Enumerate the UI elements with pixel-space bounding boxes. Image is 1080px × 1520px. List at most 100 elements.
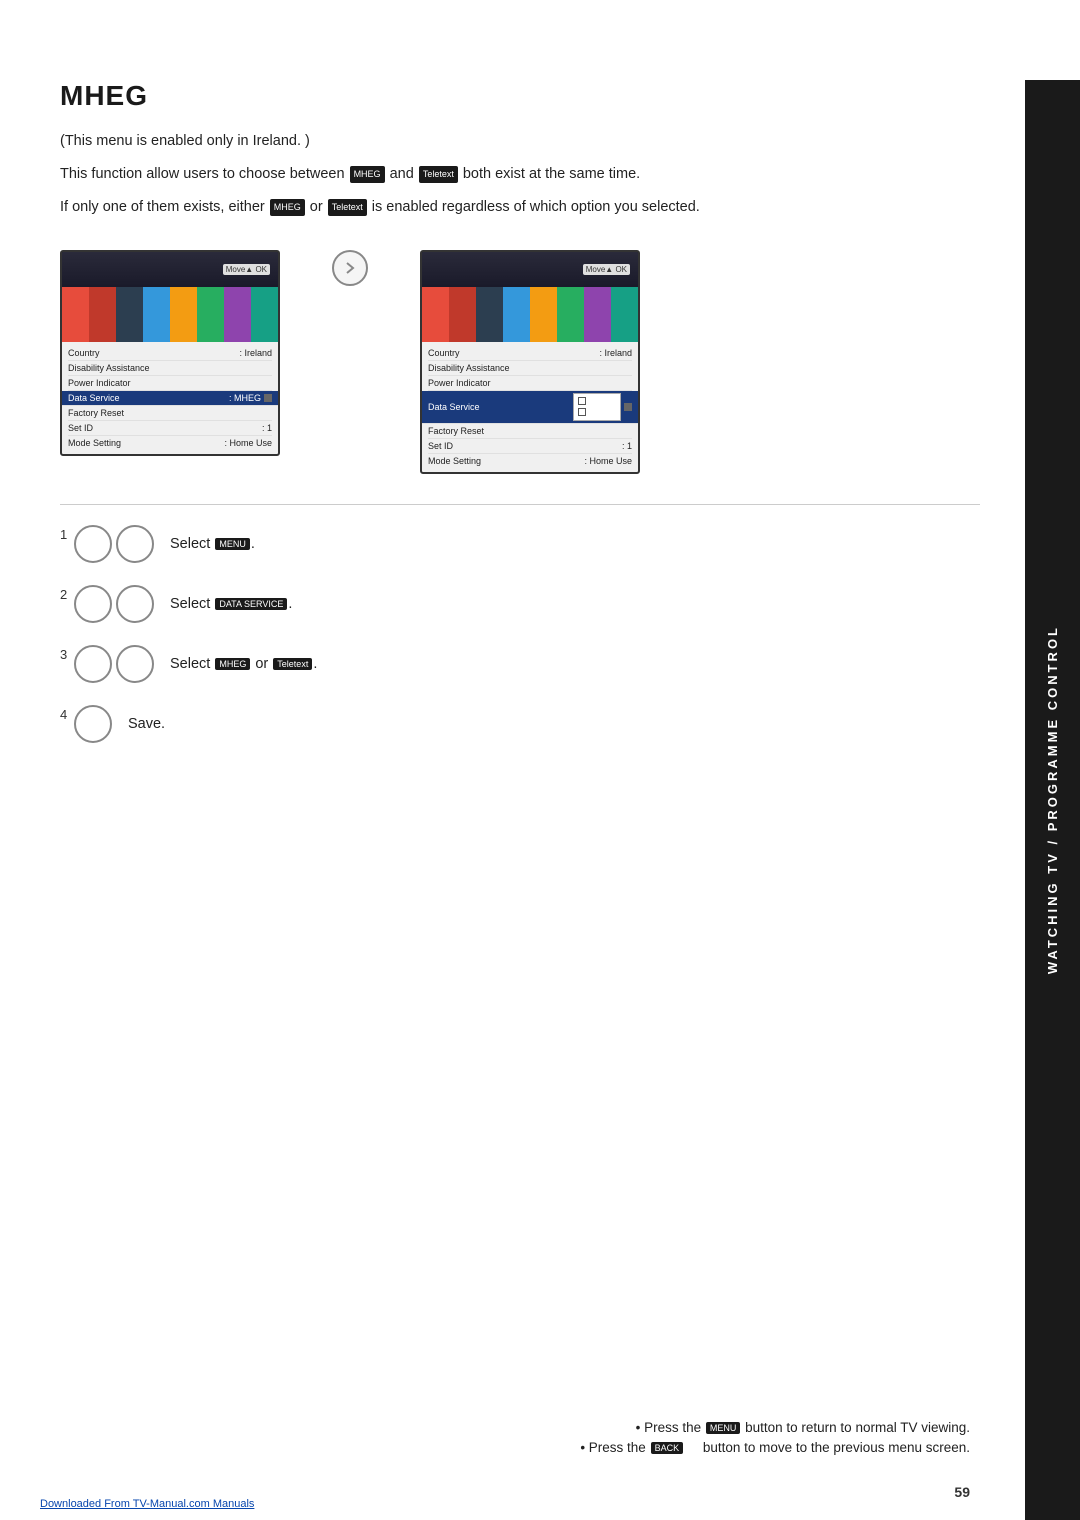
menu-country-1: Country : Ireland bbox=[68, 346, 272, 361]
tv-image-blocks-1 bbox=[62, 287, 278, 342]
teletext-icon-step3: Teletext bbox=[273, 658, 312, 670]
footer-notes: • Press the MENU button to return to nor… bbox=[60, 1420, 970, 1460]
dropdown-overlay: ✓ MHEG Teletext bbox=[573, 393, 621, 421]
step-2-circle-a[interactable] bbox=[74, 585, 112, 623]
step-1-circle-b[interactable] bbox=[116, 525, 154, 563]
step-4-row: 4 Save. bbox=[60, 705, 980, 743]
side-bar: WATCHING TV / PROGRAMME CONTROL bbox=[1025, 80, 1080, 1520]
dataservice-label-1: Data Service bbox=[68, 393, 120, 403]
back-icon-footer: BACK bbox=[651, 1442, 684, 1454]
arrow-circle bbox=[332, 250, 368, 286]
block-blue2 bbox=[503, 287, 530, 342]
tv-image-2 bbox=[422, 287, 638, 342]
dataservice-label-2: Data Service bbox=[428, 402, 480, 412]
menu-disability-2: Disability Assistance bbox=[428, 361, 632, 376]
step-4-circles bbox=[74, 705, 112, 743]
step-3-circle-a[interactable] bbox=[74, 645, 112, 683]
menu-setid-1: Set ID : 1 bbox=[68, 421, 272, 436]
tv-top-bar-1: Move▲ OK bbox=[62, 252, 278, 287]
block-red2 bbox=[422, 287, 449, 342]
tv-screen-1: Move▲ OK bbox=[60, 250, 280, 456]
block-purple bbox=[224, 287, 251, 342]
menu-icon-step1: MENU bbox=[215, 538, 250, 550]
mode-label: Mode Setting bbox=[68, 438, 121, 448]
menu-factory-2: Factory Reset bbox=[428, 424, 632, 439]
country-value: : Ireland bbox=[239, 348, 272, 358]
factory-label: Factory Reset bbox=[68, 408, 124, 418]
teletext-icon-inline2: Teletext bbox=[328, 199, 367, 215]
download-link[interactable]: Downloaded From TV-Manual.com Manuals bbox=[40, 1498, 254, 1510]
block-green2 bbox=[557, 287, 584, 342]
block-green bbox=[197, 287, 224, 342]
step-2-circle-b[interactable] bbox=[116, 585, 154, 623]
mode-label2: Mode Setting bbox=[428, 456, 481, 466]
menu-disability-1: Disability Assistance bbox=[68, 361, 272, 376]
footer-note-2: • Press the BACK button to move to the p… bbox=[580, 1440, 970, 1455]
menu-setid-2: Set ID : 1 bbox=[428, 439, 632, 454]
mode-value2: : Home Use bbox=[584, 456, 632, 466]
tv-image-blocks-2 bbox=[422, 287, 638, 342]
block-purple2 bbox=[584, 287, 611, 342]
country-label: Country bbox=[68, 348, 100, 358]
setid-value: : 1 bbox=[262, 423, 272, 433]
mode-value: : Home Use bbox=[224, 438, 272, 448]
teletext-option: Teletext bbox=[578, 407, 616, 418]
tv-image-1 bbox=[62, 287, 278, 342]
step-3-text: Select MHEG or Teletext. bbox=[170, 656, 317, 672]
step-2-text: Select DATA SERVICE. bbox=[170, 596, 292, 612]
menu-power-2: Power Indicator bbox=[428, 376, 632, 391]
arrow-right-icon bbox=[341, 259, 359, 277]
teletext-option-text: Teletext bbox=[588, 408, 616, 417]
steps-section: 1 Select MENU. 2 Select DATA SERVICE. 3 bbox=[60, 525, 980, 743]
tv-menu-area-2: Country : Ireland Disability Assistance … bbox=[422, 342, 638, 472]
power-label2: Power Indicator bbox=[428, 378, 491, 388]
menu-power-1: Power Indicator bbox=[68, 376, 272, 391]
step-2-circles bbox=[74, 585, 154, 623]
dropdown-arrow-1 bbox=[264, 394, 272, 402]
step-number-3: 3 bbox=[60, 647, 67, 662]
tv-top-bar-2: Move▲ OK bbox=[422, 252, 638, 287]
block-orange2 bbox=[530, 287, 557, 342]
dataservice-val-text: : MHEG bbox=[229, 393, 261, 403]
block-darkblue2 bbox=[476, 287, 503, 342]
disability-label: Disability Assistance bbox=[68, 363, 150, 373]
menu-country-2: Country : Ireland bbox=[428, 346, 632, 361]
step-1-circle-a[interactable] bbox=[74, 525, 112, 563]
block-darkred bbox=[89, 287, 116, 342]
step-1-circles bbox=[74, 525, 154, 563]
tv-screen-2: Move▲ OK bbox=[420, 250, 640, 474]
block-blue bbox=[143, 287, 170, 342]
menu-mode-2: Mode Setting : Home Use bbox=[428, 454, 632, 468]
menu-mode-1: Mode Setting : Home Use bbox=[68, 436, 272, 450]
mheg-checkbox: ✓ bbox=[578, 397, 586, 405]
setid-label: Set ID bbox=[68, 423, 93, 433]
block-darkred2 bbox=[449, 287, 476, 342]
step-number-4: 4 bbox=[60, 707, 67, 722]
step-number-2: 2 bbox=[60, 587, 67, 602]
desc1: This function allow users to choose betw… bbox=[60, 163, 980, 186]
page-number: 59 bbox=[954, 1484, 970, 1500]
mheg-option-text: MHEG bbox=[588, 397, 612, 406]
data-service-icon-step2: DATA SERVICE bbox=[215, 598, 287, 610]
menu-factory-1: Factory Reset bbox=[68, 406, 272, 421]
arrow-connector bbox=[320, 250, 380, 286]
mheg-option: ✓ MHEG bbox=[578, 396, 616, 407]
menu-dataservice-1: Data Service : MHEG bbox=[62, 391, 278, 406]
power-label: Power Indicator bbox=[68, 378, 131, 388]
block-orange bbox=[170, 287, 197, 342]
screenshots-row: Move▲ OK bbox=[60, 250, 980, 474]
step-1-row: 1 Select MENU. bbox=[60, 525, 980, 563]
side-bar-text: WATCHING TV / PROGRAMME CONTROL bbox=[1045, 625, 1060, 974]
factory-label2: Factory Reset bbox=[428, 426, 484, 436]
tv-menu-area-1: Country : Ireland Disability Assistance … bbox=[62, 342, 278, 454]
teletext-checkbox bbox=[578, 408, 586, 416]
page-title: MHEG bbox=[60, 80, 980, 112]
step-4-circle-a[interactable] bbox=[74, 705, 112, 743]
dropdown-arrow-2 bbox=[624, 403, 632, 411]
mheg-icon-inline: MHEG bbox=[350, 166, 385, 182]
block-darkblue bbox=[116, 287, 143, 342]
step-number-1: 1 bbox=[60, 527, 67, 542]
main-content: MHEG (This menu is enabled only in Irela… bbox=[60, 80, 980, 743]
step-1-text: Select MENU. bbox=[170, 536, 255, 552]
step-3-circle-b[interactable] bbox=[116, 645, 154, 683]
